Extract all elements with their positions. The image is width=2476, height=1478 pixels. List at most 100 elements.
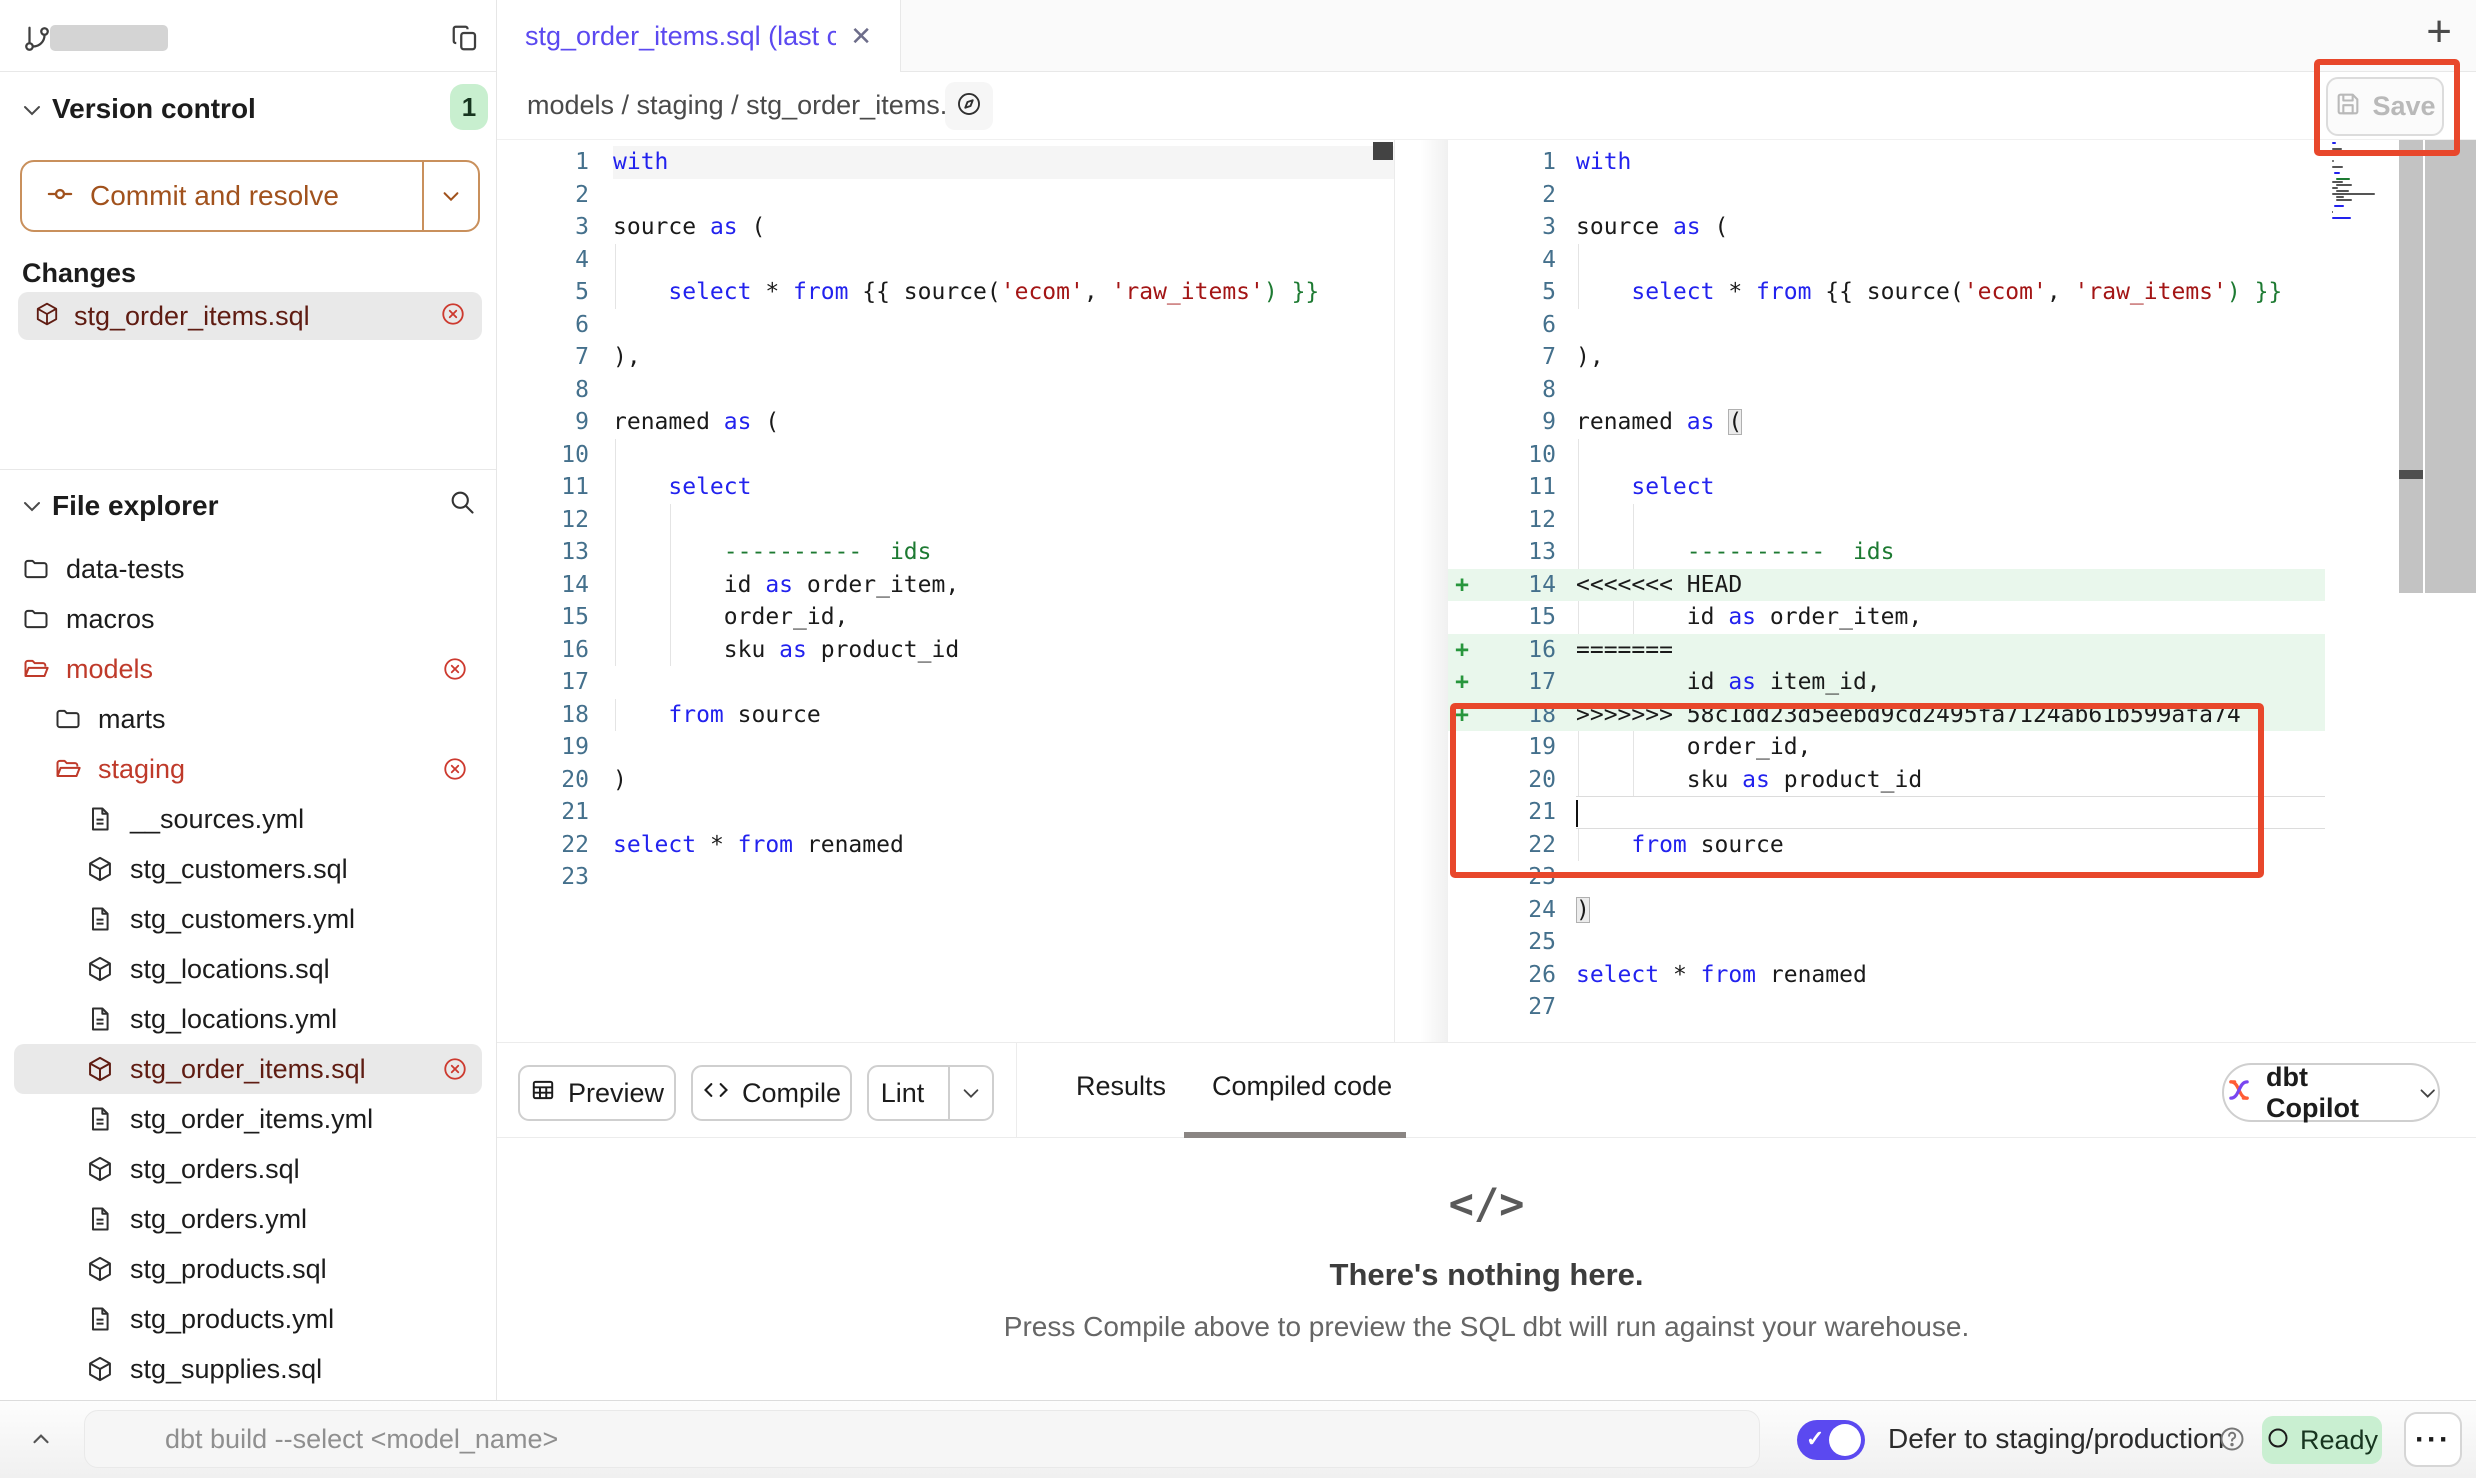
- code-line-23[interactable]: 23: [497, 861, 1394, 894]
- code-line-18[interactable]: +18>>>>>>> 58c1dd23d5eebd9cd2495fa7124ab…: [1448, 699, 2325, 732]
- code-line-15[interactable]: 15 order_id,: [497, 601, 1394, 634]
- code-line-10[interactable]: 10: [497, 439, 1394, 472]
- close-icon[interactable]: ✕: [850, 21, 872, 52]
- code-line-16[interactable]: +16=======: [1448, 634, 2325, 667]
- conflict-icon[interactable]: [440, 301, 466, 332]
- code-line-8[interactable]: 8: [497, 374, 1394, 407]
- code-line-1[interactable]: 1with: [1448, 146, 2325, 179]
- dbt-copilot-button[interactable]: dbt Copilot: [2222, 1063, 2440, 1122]
- code-line-21[interactable]: 21: [497, 796, 1394, 829]
- file-tree-item-stg_products.sql[interactable]: stg_products.sql: [14, 1244, 482, 1294]
- overflow-menu-button[interactable]: ···: [2404, 1412, 2462, 1467]
- file-tree-item-stg_order_items.yml[interactable]: stg_order_items.yml: [14, 1094, 482, 1144]
- code-line-23[interactable]: 23: [1448, 861, 2325, 894]
- command-input[interactable]: [84, 1410, 1760, 1468]
- tab-stg-order-items[interactable]: stg_order_items.sql (last c... ✕: [497, 0, 901, 72]
- commit-and-resolve-main[interactable]: Commit and resolve: [22, 162, 422, 230]
- file-tree-item-stg_orders.sql[interactable]: stg_orders.sql: [14, 1144, 482, 1194]
- code-line-20[interactable]: 20 sku as product_id: [1448, 764, 2325, 797]
- scrollbar-thumb[interactable]: [2399, 470, 2423, 479]
- code-line-22[interactable]: 22 from source: [1448, 829, 2325, 862]
- code-line-21[interactable]: 21: [1448, 796, 2325, 829]
- file-tree-item-staging[interactable]: staging: [14, 744, 482, 794]
- file-tree-item-stg_orders.yml[interactable]: stg_orders.yml: [14, 1194, 482, 1244]
- code-line-15[interactable]: 15 id as order_item,: [1448, 601, 2325, 634]
- chevron-up-icon[interactable]: [28, 1427, 54, 1458]
- editor-scrollbar[interactable]: [2399, 140, 2423, 593]
- code-line-14[interactable]: +14<<<<<<< HEAD: [1448, 569, 2325, 602]
- code-line-19[interactable]: 19 order_id,: [1448, 731, 2325, 764]
- file-tree-item-stg_locations.yml[interactable]: stg_locations.yml: [14, 994, 482, 1044]
- compile-button[interactable]: Compile: [691, 1065, 852, 1121]
- conflict-icon[interactable]: [442, 756, 468, 782]
- code-line-17[interactable]: 17: [497, 666, 1394, 699]
- lint-button[interactable]: Lint: [867, 1065, 994, 1121]
- code-line-10[interactable]: 10: [1448, 439, 2325, 472]
- minimap[interactable]: [2332, 142, 2394, 232]
- file-tree-item-stg_supplies.sql[interactable]: stg_supplies.sql: [14, 1344, 482, 1394]
- help-icon[interactable]: [2218, 1425, 2246, 1458]
- code-line-16[interactable]: 16 sku as product_id: [497, 634, 1394, 667]
- lint-label[interactable]: Lint: [869, 1078, 936, 1109]
- file-explorer-header[interactable]: File explorer: [0, 482, 496, 534]
- code-line-14[interactable]: 14 id as order_item,: [497, 569, 1394, 602]
- code-line-18[interactable]: 18 from source: [497, 699, 1394, 732]
- code-line-4[interactable]: 4: [1448, 244, 2325, 277]
- code-line-9[interactable]: 9renamed as (: [1448, 406, 2325, 439]
- code-line-9[interactable]: 9renamed as (: [497, 406, 1394, 439]
- file-tree-item-macros[interactable]: macros: [14, 594, 482, 644]
- code-line-6[interactable]: 6: [497, 309, 1394, 342]
- file-tree-item-models[interactable]: models: [14, 644, 482, 694]
- code-line-3[interactable]: 3source as (: [1448, 211, 2325, 244]
- code-line-25[interactable]: 25: [1448, 926, 2325, 959]
- code-line-5[interactable]: 5 select * from {{ source('ecom', 'raw_i…: [1448, 276, 2325, 309]
- code-line-17[interactable]: +17 id as item_id,: [1448, 666, 2325, 699]
- tab-results[interactable]: Results: [1076, 1071, 1166, 1102]
- diff-editor[interactable]: 1with23source as (45 select * from {{ so…: [497, 140, 2476, 1042]
- file-tree-item-stg_customers.sql[interactable]: stg_customers.sql: [14, 844, 482, 894]
- code-line-13[interactable]: 13 ---------- ids: [1448, 536, 2325, 569]
- code-line-2[interactable]: 2: [1448, 179, 2325, 212]
- code-line-11[interactable]: 11 select: [1448, 471, 2325, 504]
- conflict-icon[interactable]: [442, 656, 468, 682]
- code-line-24[interactable]: 24): [1448, 894, 2325, 927]
- code-line-12[interactable]: 12: [1448, 504, 2325, 537]
- code-pane-current[interactable]: 1with23source as (45 select * from {{ so…: [1448, 146, 2325, 1024]
- code-line-11[interactable]: 11 select: [497, 471, 1394, 504]
- code-line-3[interactable]: 3source as (: [497, 211, 1394, 244]
- code-line-26[interactable]: 26select * from renamed: [1448, 959, 2325, 992]
- chevron-down-icon[interactable]: [20, 98, 44, 127]
- code-line-20[interactable]: 20): [497, 764, 1394, 797]
- version-control-header[interactable]: Version control 1: [0, 86, 496, 136]
- code-line-8[interactable]: 8: [1448, 374, 2325, 407]
- code-pane-original[interactable]: 1with23source as (45 select * from {{ so…: [497, 146, 1394, 894]
- overview-ruler[interactable]: [2425, 140, 2476, 593]
- code-line-7[interactable]: 7),: [1448, 341, 2325, 374]
- file-tree-item-__sources.yml[interactable]: __sources.yml: [14, 794, 482, 844]
- lint-dropdown[interactable]: [948, 1067, 992, 1119]
- file-tree-item-stg_products.yml[interactable]: stg_products.yml: [14, 1294, 482, 1344]
- code-line-2[interactable]: 2: [497, 179, 1394, 212]
- defer-toggle[interactable]: ✓: [1797, 1420, 1865, 1460]
- preview-button[interactable]: Preview: [518, 1065, 676, 1121]
- code-line-27[interactable]: 27: [1448, 991, 2325, 1024]
- file-tree-item-data-tests[interactable]: data-tests: [14, 544, 482, 594]
- code-line-1[interactable]: 1with: [497, 146, 1394, 179]
- file-tree-item-stg_customers.yml[interactable]: stg_customers.yml: [14, 894, 482, 944]
- code-line-6[interactable]: 6: [1448, 309, 2325, 342]
- breadcrumb[interactable]: models / staging / stg_order_items.sql: [527, 90, 982, 121]
- file-tree-item-marts[interactable]: marts: [14, 694, 482, 744]
- file-tree-item-stg_locations.sql[interactable]: stg_locations.sql: [14, 944, 482, 994]
- code-line-19[interactable]: 19: [497, 731, 1394, 764]
- commit-and-resolve-button[interactable]: Commit and resolve: [20, 160, 480, 232]
- copy-icon[interactable]: [450, 23, 480, 58]
- code-line-12[interactable]: 12: [497, 504, 1394, 537]
- new-tab-button[interactable]: +: [2426, 10, 2452, 54]
- conflict-icon[interactable]: [442, 1056, 468, 1082]
- search-icon[interactable]: [448, 488, 476, 521]
- changed-file-row[interactable]: stg_order_items.sql: [18, 292, 482, 340]
- chevron-down-icon[interactable]: [20, 494, 44, 523]
- code-line-13[interactable]: 13 ---------- ids: [497, 536, 1394, 569]
- save-button[interactable]: Save: [2326, 77, 2444, 136]
- lineage-button[interactable]: [945, 82, 993, 130]
